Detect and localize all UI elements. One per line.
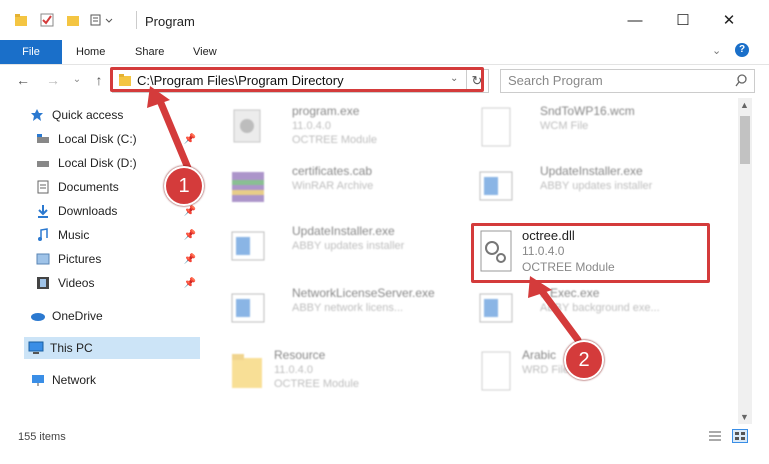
explorer-window: Program — ☐ ✕ File Home Share View ⌄ ? ←…: [0, 0, 769, 464]
step-1-badge: 1: [164, 166, 204, 206]
step-2-badge: 2: [564, 340, 604, 380]
annotation-arrows: [147, 86, 582, 344]
